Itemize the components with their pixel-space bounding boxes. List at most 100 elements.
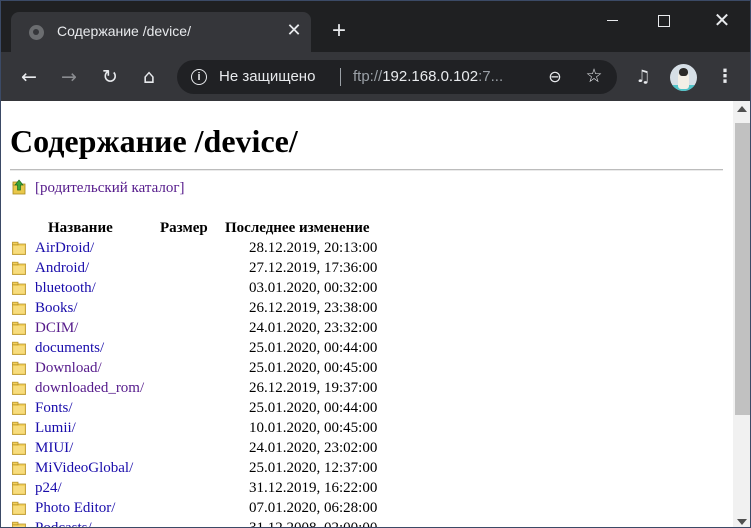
vertical-scrollbar[interactable]: [733, 101, 750, 527]
folder-link[interactable]: DCIM/: [35, 318, 78, 338]
folder-icon: [12, 381, 26, 395]
modified-date: 28.12.2019, 20:13:00: [249, 240, 378, 256]
folder-link[interactable]: downloaded_rom/: [35, 378, 144, 398]
info-icon[interactable]: i: [191, 69, 207, 85]
star-icon[interactable]: ☆: [583, 65, 605, 87]
folder-link[interactable]: Books/: [35, 298, 78, 318]
address-bar[interactable]: i Не защищено ftp://192.168.0.102:7... ⊖…: [177, 60, 617, 94]
table-row: documents/25.01.2020, 00:44:00: [1, 338, 733, 358]
profile-avatar[interactable]: [670, 64, 697, 91]
modified-date: 25.01.2020, 00:45:00: [249, 360, 378, 376]
scroll-up-arrow-icon[interactable]: [737, 106, 747, 112]
title-bar: Содержание /device/ ✕ + ✕: [1, 1, 750, 52]
new-tab-button[interactable]: +: [327, 19, 351, 44]
folder-icon: [12, 241, 26, 255]
forward-arrow-icon[interactable]: →: [57, 65, 81, 89]
omnibox-divider: [340, 68, 341, 86]
maximize-icon: [658, 14, 670, 27]
folder-icon: [12, 441, 26, 455]
column-header-size[interactable]: Размер: [160, 220, 208, 237]
modified-date: 31.12.2019, 16:22:00: [249, 480, 378, 496]
back-arrow-icon[interactable]: ←: [17, 65, 41, 89]
table-row: MiVideoGlobal/25.01.2020, 12:37:00: [1, 458, 733, 478]
folder-icon: [12, 421, 26, 435]
folder-link[interactable]: MIUI/: [35, 438, 73, 458]
table-row: downloaded_rom/26.12.2019, 19:37:00: [1, 378, 733, 398]
url-rest: :7...: [478, 68, 504, 85]
modified-date: 26.12.2019, 23:38:00: [249, 300, 378, 316]
avatar-head: [679, 68, 688, 76]
modified-date: 26.12.2019, 19:37:00: [249, 380, 378, 396]
maximize-button[interactable]: [641, 7, 687, 35]
media-control-icon[interactable]: ♫: [631, 65, 655, 89]
zoom-out-icon[interactable]: ⊖: [544, 66, 566, 88]
modified-date: 24.01.2020, 23:32:00: [249, 320, 378, 336]
folder-icon: [12, 261, 26, 275]
url-text[interactable]: ftp://192.168.0.102:7...: [353, 68, 523, 85]
divider: [10, 169, 723, 171]
table-row: AirDroid/28.12.2019, 20:13:00: [1, 238, 733, 258]
folder-link[interactable]: AirDroid/: [35, 238, 94, 258]
reload-icon[interactable]: ↻: [98, 65, 122, 89]
minimize-icon: [606, 20, 618, 22]
folder-link[interactable]: Podcasts/: [35, 518, 92, 527]
modified-date: 10.01.2020, 00:45:00: [249, 420, 378, 436]
folder-link[interactable]: Lumii/: [35, 418, 76, 438]
folder-link[interactable]: MiVideoGlobal/: [35, 458, 133, 478]
table-row: Photo Editor/07.01.2020, 06:28:00: [1, 498, 733, 518]
folder-icon: [12, 301, 26, 315]
scrollbar-thumb[interactable]: [735, 123, 750, 415]
kebab-menu-icon[interactable]: ⋮: [713, 65, 737, 89]
folder-icon: [12, 501, 26, 515]
table-row: bluetooth/03.01.2020, 00:32:00: [1, 278, 733, 298]
modified-date: 27.12.2019, 17:36:00: [249, 260, 378, 276]
folder-icon: [12, 461, 26, 475]
modified-date: 24.01.2020, 23:02:00: [249, 440, 378, 456]
page-content: Содержание /device/ [родительский катало…: [1, 101, 733, 528]
table-row: Download/25.01.2020, 00:45:00: [1, 358, 733, 378]
table-row: p24/31.12.2019, 16:22:00: [1, 478, 733, 498]
page-title: Содержание /device/: [10, 123, 298, 159]
url-host: 192.168.0.102: [382, 68, 479, 85]
column-header-modified[interactable]: Последнее изменение: [225, 220, 370, 237]
table-row: Android/27.12.2019, 17:36:00: [1, 258, 733, 278]
browser-window: Содержание /device/ ✕ + ✕ ← → ↻ ⌂ i Не з…: [0, 0, 751, 528]
modified-date: 31.12.2008, 02:00:00: [249, 520, 378, 528]
table-row: Fonts/25.01.2020, 00:44:00: [1, 398, 733, 418]
folder-link[interactable]: documents/: [35, 338, 104, 358]
modified-date: 03.01.2020, 00:32:00: [249, 280, 378, 296]
table-row: Books/26.12.2019, 23:38:00: [1, 298, 733, 318]
parent-directory-link[interactable]: [родительский каталог]: [35, 180, 185, 197]
active-tab[interactable]: Содержание /device/ ✕: [11, 12, 311, 52]
table-row: Lumii/10.01.2020, 00:45:00: [1, 418, 733, 438]
modified-date: 25.01.2020, 12:37:00: [249, 460, 378, 476]
folder-icon: [12, 341, 26, 355]
modified-date: 07.01.2020, 06:28:00: [249, 500, 378, 516]
folder-link[interactable]: Fonts/: [35, 398, 73, 418]
tab-title: Содержание /device/: [57, 23, 191, 39]
home-icon[interactable]: ⌂: [137, 65, 161, 89]
folder-link[interactable]: Photo Editor/: [35, 498, 115, 518]
scroll-down-arrow-icon[interactable]: [737, 519, 747, 525]
folder-icon: [12, 401, 26, 415]
parent-folder-icon: [12, 179, 26, 195]
minimize-button[interactable]: [589, 7, 635, 35]
folder-link[interactable]: Android/: [35, 258, 89, 278]
table-row: DCIM/24.01.2020, 23:32:00: [1, 318, 733, 338]
folder-icon: [12, 521, 26, 527]
folder-icon: [12, 281, 26, 295]
folder-icon: [12, 481, 26, 495]
folder-link[interactable]: p24/: [35, 478, 62, 498]
folder-icon: [12, 321, 26, 335]
url-scheme: ftp://: [353, 68, 383, 85]
modified-date: 25.01.2020, 00:44:00: [249, 340, 378, 356]
folder-icon: [12, 361, 26, 375]
table-row: Podcasts/31.12.2008, 02:00:00: [1, 518, 733, 528]
folder-link[interactable]: bluetooth/: [35, 278, 96, 298]
close-window-button[interactable]: ✕: [699, 7, 745, 35]
tab-close-icon[interactable]: ✕: [284, 20, 304, 40]
browser-toolbar: ← → ↻ ⌂ i Не защищено ftp://192.168.0.10…: [1, 52, 750, 101]
security-status[interactable]: Не защищено: [219, 68, 315, 85]
column-header-name[interactable]: Название: [48, 220, 113, 237]
folder-link[interactable]: Download/: [35, 358, 102, 378]
